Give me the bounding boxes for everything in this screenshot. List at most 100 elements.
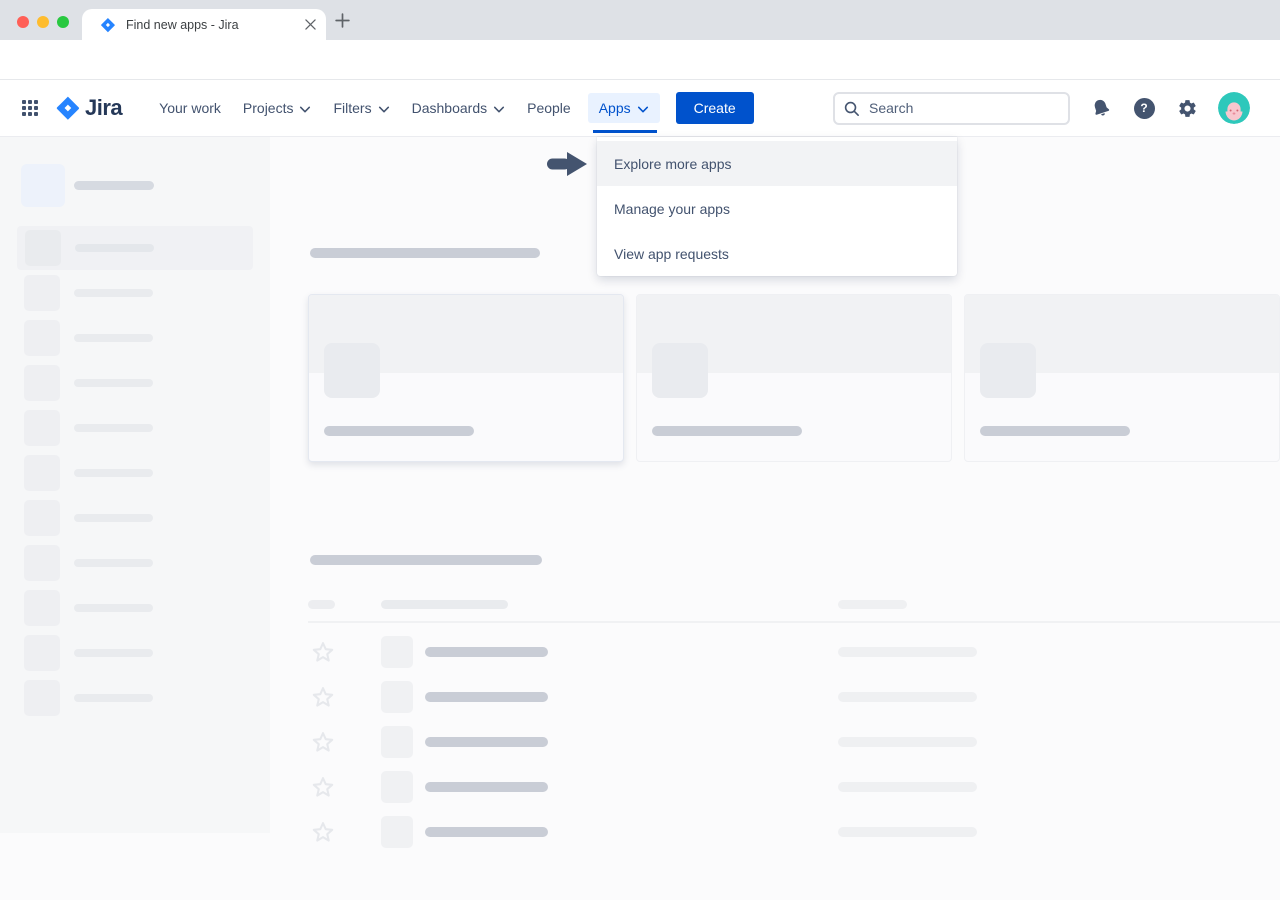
apps-dropdown-menu: Explore more apps Manage your apps View …	[597, 137, 957, 276]
app-cards-skeleton	[308, 294, 1280, 462]
table-header-skeleton	[381, 600, 508, 609]
new-tab-button[interactable]	[334, 12, 351, 29]
table-divider	[308, 621, 1280, 623]
section-title-skeleton	[310, 555, 542, 565]
menu-item-manage-your-apps[interactable]: Manage your apps	[597, 186, 957, 231]
skeleton-icon-placeholder	[24, 455, 60, 491]
menu-item-view-app-requests[interactable]: View app requests	[597, 231, 957, 276]
nav-item-people[interactable]: People	[516, 93, 582, 123]
jira-favicon-icon	[100, 17, 116, 33]
skeleton-icon-placeholder	[24, 365, 60, 401]
row-icon-placeholder	[381, 681, 413, 713]
nav-item-dashboards[interactable]: Dashboards	[401, 93, 517, 123]
row-name-placeholder	[425, 827, 548, 837]
browser-toolbar: production.jira-dev.siteurl.com	[0, 40, 1280, 80]
sidebar-project-name-placeholder	[74, 181, 154, 190]
skeleton-icon-placeholder	[24, 275, 60, 311]
table-row-skeleton	[0, 675, 1280, 720]
window-zoom-button[interactable]	[57, 16, 69, 28]
card-icon-placeholder	[652, 343, 708, 398]
table-header-skeleton	[308, 600, 335, 609]
skeleton-text-placeholder	[74, 514, 153, 522]
app-card-skeleton	[308, 294, 624, 462]
jira-logo[interactable]: Jira	[55, 95, 122, 121]
nav-item-projects[interactable]: Projects	[232, 93, 323, 123]
search-icon	[842, 99, 861, 123]
row-name-placeholder	[425, 737, 548, 747]
skeleton-text-placeholder	[74, 604, 153, 612]
window-close-button[interactable]	[17, 16, 29, 28]
chevron-down-icon	[493, 105, 505, 114]
navbar-right-icons: ?	[1089, 92, 1250, 124]
sidebar-skeleton-item	[0, 365, 270, 401]
row-icon-placeholder	[381, 816, 413, 848]
skeleton-icon-placeholder	[24, 410, 60, 446]
skeleton-text-placeholder	[75, 244, 154, 252]
favorite-star-icon[interactable]	[310, 819, 336, 850]
settings-gear-icon[interactable]	[1175, 96, 1199, 120]
row-name-placeholder	[425, 782, 548, 792]
skeleton-icon-placeholder	[24, 545, 60, 581]
sidebar-skeleton-item	[0, 500, 270, 536]
row-icon-placeholder	[381, 636, 413, 668]
row-value-placeholder	[838, 647, 977, 657]
row-value-placeholder	[838, 737, 977, 747]
row-name-placeholder	[425, 647, 548, 657]
pointer-arrow-icon	[546, 151, 588, 182]
row-icon-placeholder	[381, 726, 413, 758]
jira-logo-text: Jira	[85, 95, 122, 121]
sidebar-skeleton-item	[0, 320, 270, 356]
notifications-bell-icon[interactable]	[1086, 93, 1116, 123]
card-icon-placeholder	[324, 343, 380, 398]
chevron-down-icon	[299, 105, 311, 114]
sidebar-project-icon-placeholder	[21, 164, 65, 207]
user-avatar[interactable]	[1218, 92, 1250, 124]
sidebar-skeleton-item	[0, 545, 270, 581]
row-name-placeholder	[425, 692, 548, 702]
card-icon-placeholder	[980, 343, 1036, 398]
help-icon[interactable]: ?	[1132, 96, 1156, 120]
window-controls	[17, 16, 69, 28]
favorite-star-icon[interactable]	[310, 729, 336, 760]
search-input[interactable]	[833, 92, 1070, 125]
tab-close-icon[interactable]	[305, 19, 316, 30]
jira-navbar: Jira Your work Projects Filters Dashboar…	[0, 80, 1280, 137]
app-card-skeleton	[636, 294, 952, 462]
skeleton-icon-placeholder	[24, 500, 60, 536]
favorite-star-icon[interactable]	[310, 684, 336, 715]
row-value-placeholder	[838, 782, 977, 792]
menu-item-explore-more-apps[interactable]: Explore more apps	[597, 141, 957, 186]
row-value-placeholder	[838, 827, 977, 837]
favorite-star-icon[interactable]	[310, 774, 336, 805]
skeleton-text-placeholder	[74, 559, 153, 567]
window-minimize-button[interactable]	[37, 16, 49, 28]
sidebar-selected-item-skeleton	[17, 226, 253, 270]
nav-item-filters[interactable]: Filters	[322, 93, 400, 123]
favorite-star-icon[interactable]	[310, 639, 336, 670]
tab-title: Find new apps - Jira	[126, 18, 305, 32]
browser-tab-strip: Find new apps - Jira	[0, 0, 1280, 40]
section-title-skeleton	[310, 248, 540, 258]
table-row-skeleton	[0, 720, 1280, 765]
page-content: Explore more apps Manage your apps View …	[0, 137, 1280, 900]
app-switcher-icon[interactable]	[22, 100, 38, 116]
table-header-skeleton	[838, 600, 907, 609]
nav-item-apps[interactable]: Apps	[588, 93, 660, 123]
browser-tab[interactable]: Find new apps - Jira	[82, 9, 326, 40]
sidebar-skeleton-item	[0, 275, 270, 311]
nav-item-your-work[interactable]: Your work	[148, 93, 232, 123]
table-row-skeleton	[0, 630, 1280, 675]
skeleton-icon-placeholder	[24, 320, 60, 356]
global-search	[833, 92, 1070, 125]
card-title-placeholder	[980, 426, 1130, 436]
sidebar-skeleton-item	[0, 455, 270, 491]
chevron-down-icon	[637, 105, 649, 114]
skeleton-text-placeholder	[74, 289, 153, 297]
create-button[interactable]: Create	[676, 92, 754, 124]
skeleton-icon-placeholder	[25, 230, 61, 266]
table-row-skeleton	[0, 765, 1280, 810]
app-card-skeleton	[964, 294, 1280, 462]
card-title-placeholder	[652, 426, 802, 436]
skeleton-text-placeholder	[74, 424, 153, 432]
chevron-down-icon	[378, 105, 390, 114]
